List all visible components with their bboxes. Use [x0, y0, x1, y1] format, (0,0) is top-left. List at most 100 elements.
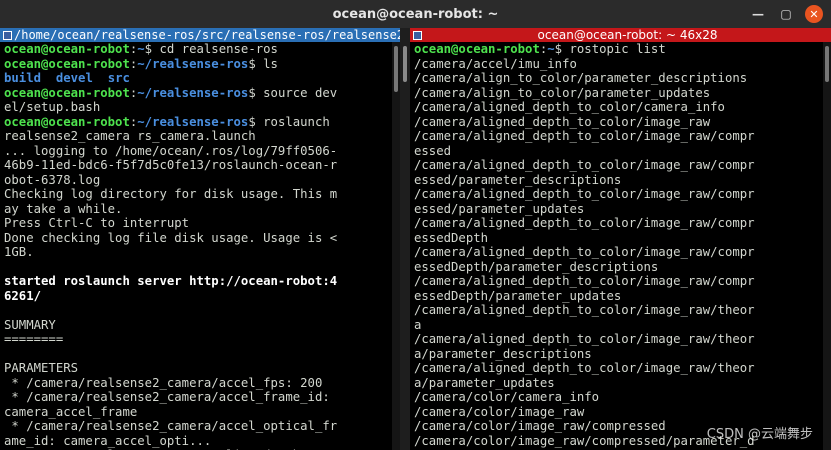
terminal-text: /camera/color/image_raw — [414, 404, 585, 419]
terminal-line: /camera/aligned_depth_to_color/image_raw… — [414, 245, 831, 260]
terminal-text: obot-6378.log — [4, 172, 101, 187]
scrollbar-right[interactable] — [823, 42, 831, 450]
terminal-line: /camera/color/camera_info — [414, 390, 831, 405]
terminal-text: /camera/color/image_raw/compressed — [414, 419, 666, 433]
terminal-text: /camera/color/camera_info — [414, 390, 600, 404]
minimize-button[interactable]: — — [749, 5, 767, 23]
pane-tab-left[interactable]: /home/ocean/realsense-ros/src/realsense-… — [0, 28, 400, 42]
watermark: CSDN @云端舞步 — [706, 427, 813, 442]
terminal-text: ocean@ocean-robot — [4, 114, 130, 129]
terminal-line: obot-6378.log — [4, 173, 400, 188]
terminal-text: * /camera/realsense2_camera/accel_frame_… — [4, 390, 330, 404]
terminal-line: /camera/aligned_depth_to_color/image_raw… — [414, 158, 831, 173]
terminal-text: ~/realsense-ros — [137, 85, 249, 100]
terminal-line: /camera/aligned_depth_to_color/camera_in… — [414, 100, 831, 115]
terminal-line: essedDepth/parameter_descriptions — [414, 260, 831, 275]
terminal-line: Done checking log file disk usage. Usage… — [4, 231, 400, 246]
terminal-line: realsense2_camera rs_camera.launch — [4, 129, 400, 144]
terminal-icon — [0, 28, 14, 42]
window-controls: — ▢ ✕ — [749, 0, 823, 28]
maximize-button[interactable]: ▢ — [777, 5, 795, 23]
terminal-text: a/parameter_descriptions — [414, 346, 592, 361]
terminal-text: /camera/align_to_color/parameter_descrip… — [414, 71, 748, 85]
scrollbar-thumb-left[interactable] — [394, 46, 398, 92]
terminal-line: 1GB. — [4, 245, 400, 260]
terminal-line: essed/parameter_descriptions — [414, 173, 831, 188]
terminal-line: essedDepth — [414, 231, 831, 246]
terminal-text: build — [4, 71, 42, 85]
terminal-line: 46b9-11ed-bdc6-f5f7d5c0fe13/roslaunch-oc… — [4, 158, 400, 173]
terminal-line: Checking log directory for disk usage. T… — [4, 187, 400, 202]
terminal-text: el/setup.bash — [4, 100, 101, 114]
terminal-line: /camera/accel/imu_info — [414, 57, 831, 72]
terminal-text: * /camera/realsense2_camera/accel_optica… — [4, 419, 338, 433]
terminal-pane-left[interactable]: /home/ocean/realsense-ros/src/realsense-… — [0, 28, 400, 450]
terminal-text: $ roslaunch — [248, 114, 330, 129]
terminal-text: /camera/aligned_depth_to_color/image_raw… — [414, 303, 755, 317]
close-button[interactable]: ✕ — [805, 5, 823, 23]
terminal-line: /camera/aligned_depth_to_color/image_raw… — [414, 274, 831, 289]
terminal-text: ocean@ocean-robot — [414, 42, 540, 56]
terminal-text: /camera/aligned_depth_to_color/image_raw… — [414, 129, 755, 143]
terminal-text: $ ls — [248, 56, 278, 71]
terminal-text: essedDepth — [414, 230, 489, 245]
terminal-line: essedDepth/parameter_updates — [414, 289, 831, 304]
terminal-text: SUMMARY — [4, 317, 56, 332]
terminal-text: /camera/aligned_depth_to_color/image_raw — [414, 114, 711, 129]
terminal-line: /camera/aligned_depth_to_color/image_raw… — [414, 187, 831, 202]
pane-tab-left-title: /home/ocean/realsense-ros/src/realsense-… — [14, 28, 400, 42]
scrollbar-left[interactable] — [392, 42, 400, 450]
terminal-text: started roslaunch server http://ocean-ro… — [4, 274, 338, 288]
terminal-line: ay take a while. — [4, 202, 400, 217]
terminal-line: ame_id: camera_accel_opti... — [4, 434, 400, 449]
terminal-line: ======== — [4, 332, 400, 347]
terminal-text: essedDepth/parameter_updates — [414, 288, 622, 303]
terminal-text: /camera/accel/imu_info — [414, 56, 577, 71]
terminal-text: devel — [55, 71, 93, 85]
terminal-text: realsense2_camera rs_camera.launch — [4, 129, 256, 143]
terminal-line: /camera/aligned_depth_to_color/image_raw… — [414, 361, 831, 376]
terminal-text: /camera/aligned_depth_to_color/image_raw… — [414, 274, 755, 288]
terminal-text: ocean@ocean-robot — [4, 42, 130, 56]
terminal-line: camera_accel_frame — [4, 405, 400, 420]
terminal-line: /camera/aligned_depth_to_color/image_raw — [414, 115, 831, 130]
terminal-text: /camera/aligned_depth_to_color/image_raw… — [414, 361, 755, 375]
terminal-icon — [410, 28, 424, 42]
terminal-line: ocean@ocean-robot:~/realsense-ros$ rosla… — [4, 115, 400, 130]
terminal-line: ocean@ocean-robot:~/realsense-ros$ ls — [4, 57, 400, 72]
terminal-line: /camera/color/image_raw — [414, 405, 831, 420]
terminal-text: * /camera/realsense2_camera/accel_fps: 2… — [4, 375, 323, 390]
terminal-line: ocean@ocean-robot:~/realsense-ros$ sourc… — [4, 86, 400, 101]
terminal-text: /camera/align_to_color/parameter_updates — [414, 85, 711, 100]
pane-tab-right[interactable]: ocean@ocean-robot: ~ 46x28 — [410, 28, 831, 42]
terminal-output-right[interactable]: ocean@ocean-robot:~$ rostopic list/camer… — [410, 42, 831, 448]
terminal-output-left[interactable]: ocean@ocean-robot:~$ cd realsense-ros oce… — [0, 42, 400, 450]
terminal-pane-right[interactable]: ocean@ocean-robot: ~ 46x28 ocean@ocean-r… — [410, 28, 831, 450]
pane-divider[interactable] — [400, 28, 410, 450]
terminal-line: ocean@ocean-robot:~$ cd realsense-ros — [4, 42, 400, 57]
window-titlebar: ocean@ocean-robot: ~ — ▢ ✕ — [0, 0, 831, 28]
terminal-text: essed — [414, 143, 452, 158]
pane-tab-right-title: ocean@ocean-robot: ~ 46x28 — [537, 28, 718, 42]
terminal-line: /camera/aligned_depth_to_color/image_raw… — [414, 216, 831, 231]
terminal-line: Press Ctrl-C to interrupt — [4, 216, 400, 231]
scrollbar-thumb-right[interactable] — [825, 46, 829, 82]
terminal-text: essed/parameter_updates — [414, 201, 585, 216]
terminal-line: * /camera/realsense2_camera/accel_frame_… — [4, 390, 400, 405]
terminal-line: * /camera/realsense2_camera/accel_fps: 2… — [4, 376, 400, 391]
terminal-line: essed — [414, 144, 831, 159]
terminal-line: a — [414, 318, 831, 333]
terminal-text: ~/realsense-ros — [137, 114, 249, 129]
terminal-line: build devel src — [4, 71, 400, 86]
terminal-text: $ cd realsense-ros — [144, 42, 278, 56]
terminal-text: 46b9-11ed-bdc6-f5f7d5c0fe13/roslaunch-oc… — [4, 158, 338, 172]
terminal-text: 6261/ — [4, 288, 42, 303]
terminal-line: /camera/align_to_color/parameter_updates — [414, 86, 831, 101]
terminal-line: PARAMETERS — [4, 361, 400, 376]
divider-handle[interactable] — [403, 46, 407, 82]
terminal-text: Checking log directory for disk usage. T… — [4, 187, 338, 201]
